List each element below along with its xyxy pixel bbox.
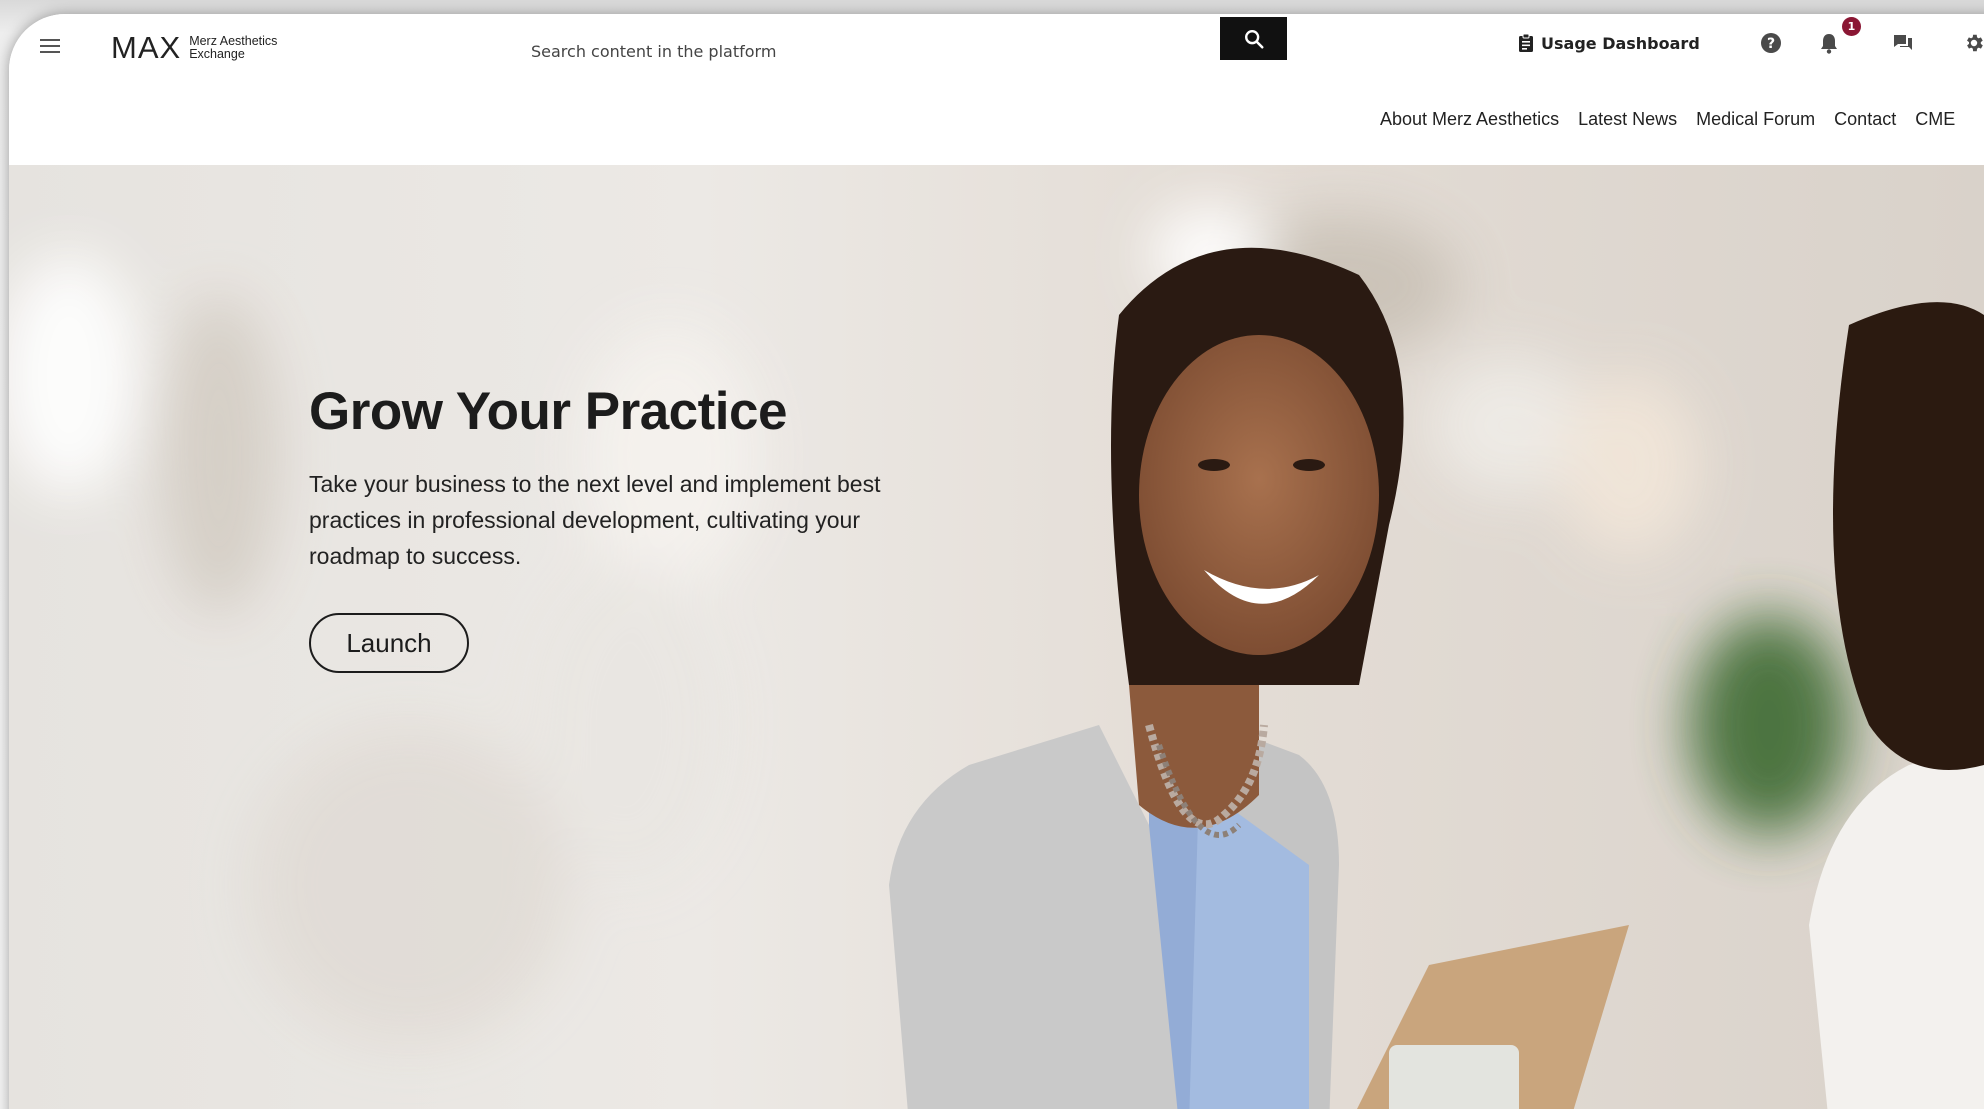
nav-item-about[interactable]: About Merz Aesthetics <box>1380 109 1559 130</box>
browser-window: MAX Merz Aesthetics Exchange Search cont… <box>9 14 1984 1109</box>
help-button[interactable]: ? <box>1758 30 1784 56</box>
top-bar: MAX Merz Aesthetics Exchange Search cont… <box>9 14 1984 76</box>
notification-badge: 1 <box>1842 17 1861 36</box>
logo[interactable]: MAX Merz Aesthetics Exchange <box>111 28 277 68</box>
screen-frame: MAX Merz Aesthetics Exchange Search cont… <box>0 0 1984 1109</box>
search-input[interactable] <box>529 30 1213 72</box>
nav-item-medical-forum[interactable]: Medical Forum <box>1696 109 1815 130</box>
hero-banner: Grow Your Practice Take your business to… <box>9 165 1984 1109</box>
gear-icon <box>1967 34 1983 52</box>
nav-item-cme[interactable]: CME <box>1915 109 1955 130</box>
menu-icon[interactable] <box>40 39 60 55</box>
search-icon <box>1244 29 1264 49</box>
hero-title: Grow Your Practice <box>309 382 788 441</box>
launch-button[interactable]: Launch <box>309 613 469 673</box>
logo-max: MAX <box>111 30 182 65</box>
nav-item-latest-news[interactable]: Latest News <box>1578 109 1677 130</box>
usage-dashboard-label: Usage Dashboard <box>1541 33 1700 53</box>
chat-icon <box>1894 35 1912 50</box>
search-button[interactable] <box>1220 17 1287 60</box>
usage-dashboard-link[interactable]: Usage Dashboard <box>1518 28 1700 58</box>
messages-button[interactable] <box>1890 30 1916 56</box>
notifications-button[interactable] <box>1816 30 1842 56</box>
help-icon: ? <box>1761 33 1781 53</box>
logo-line-1: Merz Aesthetics <box>189 34 278 48</box>
hero-photo <box>9 205 1984 1109</box>
logo-subtitle: Merz Aesthetics Exchange <box>189 35 277 61</box>
logo-line-2: Exchange <box>189 47 245 61</box>
bell-icon <box>1821 34 1837 54</box>
hero-description: Take your business to the next level and… <box>309 471 881 569</box>
svg-text:?: ? <box>1767 36 1775 52</box>
clipboard-icon <box>1519 33 1533 52</box>
settings-button[interactable] <box>1961 30 1984 56</box>
main-nav: About Merz Aesthetics Latest News Medica… <box>1380 109 1955 130</box>
nav-item-contact[interactable]: Contact <box>1834 109 1896 130</box>
